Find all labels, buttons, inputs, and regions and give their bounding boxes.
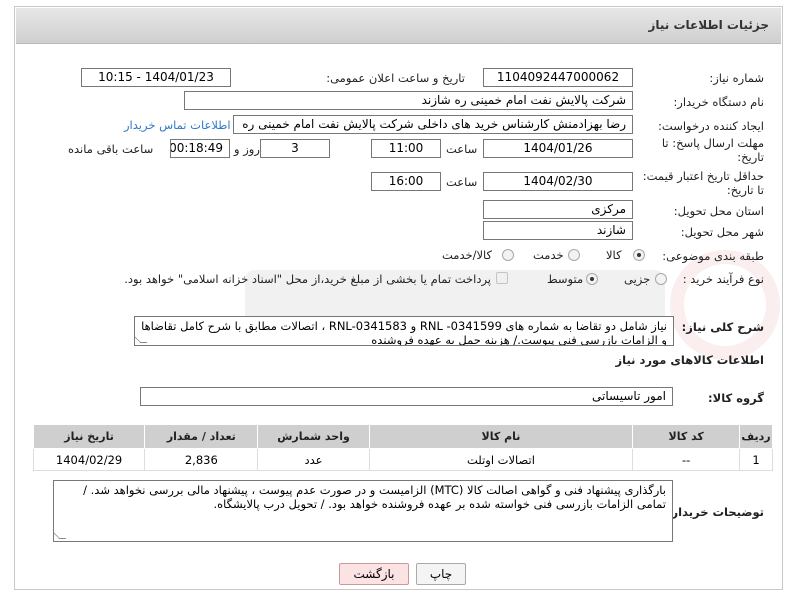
goods-table-header: ردیف کد کالا نام کالا واحد شمارش تعداد /… bbox=[32, 424, 773, 449]
cell-code: -- bbox=[632, 448, 741, 471]
category-radio-goods[interactable] bbox=[633, 249, 645, 261]
announce-datetime-field: 1404/01/23 - 10:15 bbox=[81, 68, 231, 87]
col-date-header: تاریخ نیاز bbox=[32, 424, 146, 449]
cell-unit: عدد bbox=[257, 448, 370, 471]
goods-table: ردیف کد کالا نام کالا واحد شمارش تعداد /… bbox=[32, 424, 773, 471]
description-text: نیاز شامل دو تقاضا به شماره های RNL -034… bbox=[141, 319, 667, 346]
remaining-time-label: ساعت باقی مانده bbox=[68, 142, 154, 156]
process-option-minor: جزیی bbox=[624, 272, 651, 286]
treasury-payment-note: پرداخت تمام یا بخشی از مبلغ خرید،از محل … bbox=[124, 272, 491, 286]
deadline-label-line1: مهلت ارسال پاسخ: تا bbox=[661, 136, 764, 150]
need-number-field: 1104092447000062 bbox=[483, 68, 633, 87]
print-button[interactable]: چاپ bbox=[416, 563, 466, 585]
resize-handle-icon[interactable] bbox=[54, 532, 67, 539]
creator-field: رضا بهزادمنش کارشناس خرید های داخلی شرکت… bbox=[233, 115, 633, 134]
process-label: نوع فرآیند خرید : bbox=[682, 272, 764, 286]
need-number-label: شماره نیاز: bbox=[709, 71, 764, 85]
col-unit-header: واحد شمارش bbox=[257, 424, 370, 449]
process-radio-medium[interactable] bbox=[586, 273, 598, 285]
category-label: طبقه بندی موضوعی: bbox=[662, 249, 764, 263]
remaining-time-field: 00:18:49 bbox=[170, 139, 230, 158]
cell-date: 1404/02/29 bbox=[32, 448, 146, 471]
announce-label: تاریخ و ساعت اعلان عمومی: bbox=[326, 71, 465, 85]
col-row-header: ردیف bbox=[739, 424, 773, 449]
days-remaining-field: 3 bbox=[260, 139, 330, 158]
category-radio-goods-service[interactable] bbox=[502, 249, 514, 261]
buyer-org-label: نام دستگاه خریدار: bbox=[673, 95, 764, 109]
buyer-notes-textarea[interactable]: بارگذاری پیشنهاد فنی و گواهی اصالت کالا … bbox=[53, 480, 673, 542]
cell-qty: 2,836 bbox=[144, 448, 259, 471]
validity-time-field: 16:00 bbox=[371, 172, 441, 191]
panel-title: جزئیات اطلاعات نیاز bbox=[648, 18, 769, 32]
deadline-time-label: ساعت bbox=[446, 142, 478, 156]
category-option-goods-service: کالا/خدمت bbox=[442, 248, 493, 262]
city-label: شهر محل تحویل: bbox=[680, 225, 764, 239]
table-row: 1 -- اتصالات اوتلت عدد 2,836 1404/02/29 bbox=[32, 448, 773, 471]
validity-label-line2: تا تاریخ: bbox=[726, 183, 764, 197]
deadline-date-field: 1404/01/26 bbox=[483, 139, 633, 158]
category-option-goods: کالا bbox=[606, 248, 622, 262]
validity-time-label: ساعت bbox=[446, 175, 478, 189]
panel-header: جزئیات اطلاعات نیاز bbox=[16, 8, 781, 44]
resize-handle-icon[interactable] bbox=[135, 336, 148, 343]
buyer-notes-text: بارگذاری پیشنهاد فنی و گواهی اصالت کالا … bbox=[83, 483, 666, 511]
treasury-payment-checkbox[interactable] bbox=[496, 272, 508, 284]
validity-label-line1: حداقل تاریخ اعتبار قیمت: bbox=[642, 169, 764, 183]
process-radio-minor[interactable] bbox=[655, 273, 667, 285]
col-code-header: کد کالا bbox=[632, 424, 741, 449]
process-option-medium: متوسط bbox=[547, 272, 584, 286]
goods-group-label: گروه کالا: bbox=[708, 391, 764, 405]
deadline-label-line2: تاریخ: bbox=[737, 150, 764, 164]
col-name-header: نام کالا bbox=[368, 424, 634, 449]
description-label: شرح کلی نیاز: bbox=[681, 320, 764, 334]
description-textarea[interactable]: نیاز شامل دو تقاضا به شماره های RNL -034… bbox=[134, 316, 674, 346]
back-button[interactable]: بازگشت bbox=[339, 563, 409, 585]
deadline-time-field: 11:00 bbox=[371, 139, 441, 158]
buyer-org-field: شرکت پالایش نفت امام خمینی ره شازند bbox=[184, 91, 633, 110]
col-qty-header: تعداد / مقدار bbox=[144, 424, 259, 449]
city-field: شازند bbox=[483, 221, 633, 240]
province-field: مرکزی bbox=[483, 200, 633, 219]
cell-row: 1 bbox=[739, 448, 773, 471]
goods-section-title: اطلاعات کالاهای مورد نیاز bbox=[615, 353, 764, 367]
goods-group-field: امور تاسیساتی bbox=[140, 387, 673, 406]
contact-info-link[interactable]: اطلاعات تماس خریدار bbox=[124, 118, 231, 132]
creator-label: ایجاد کننده درخواست: bbox=[658, 119, 764, 133]
category-option-service: خدمت bbox=[533, 248, 564, 262]
validity-date-field: 1404/02/30 bbox=[483, 172, 633, 191]
category-radio-service[interactable] bbox=[568, 249, 580, 261]
province-label: استان محل تحویل: bbox=[673, 204, 764, 218]
buyer-notes-label: توضیحات خریدار: bbox=[666, 505, 764, 519]
cell-name: اتصالات اوتلت bbox=[368, 448, 634, 471]
days-label: روز و bbox=[234, 142, 260, 156]
